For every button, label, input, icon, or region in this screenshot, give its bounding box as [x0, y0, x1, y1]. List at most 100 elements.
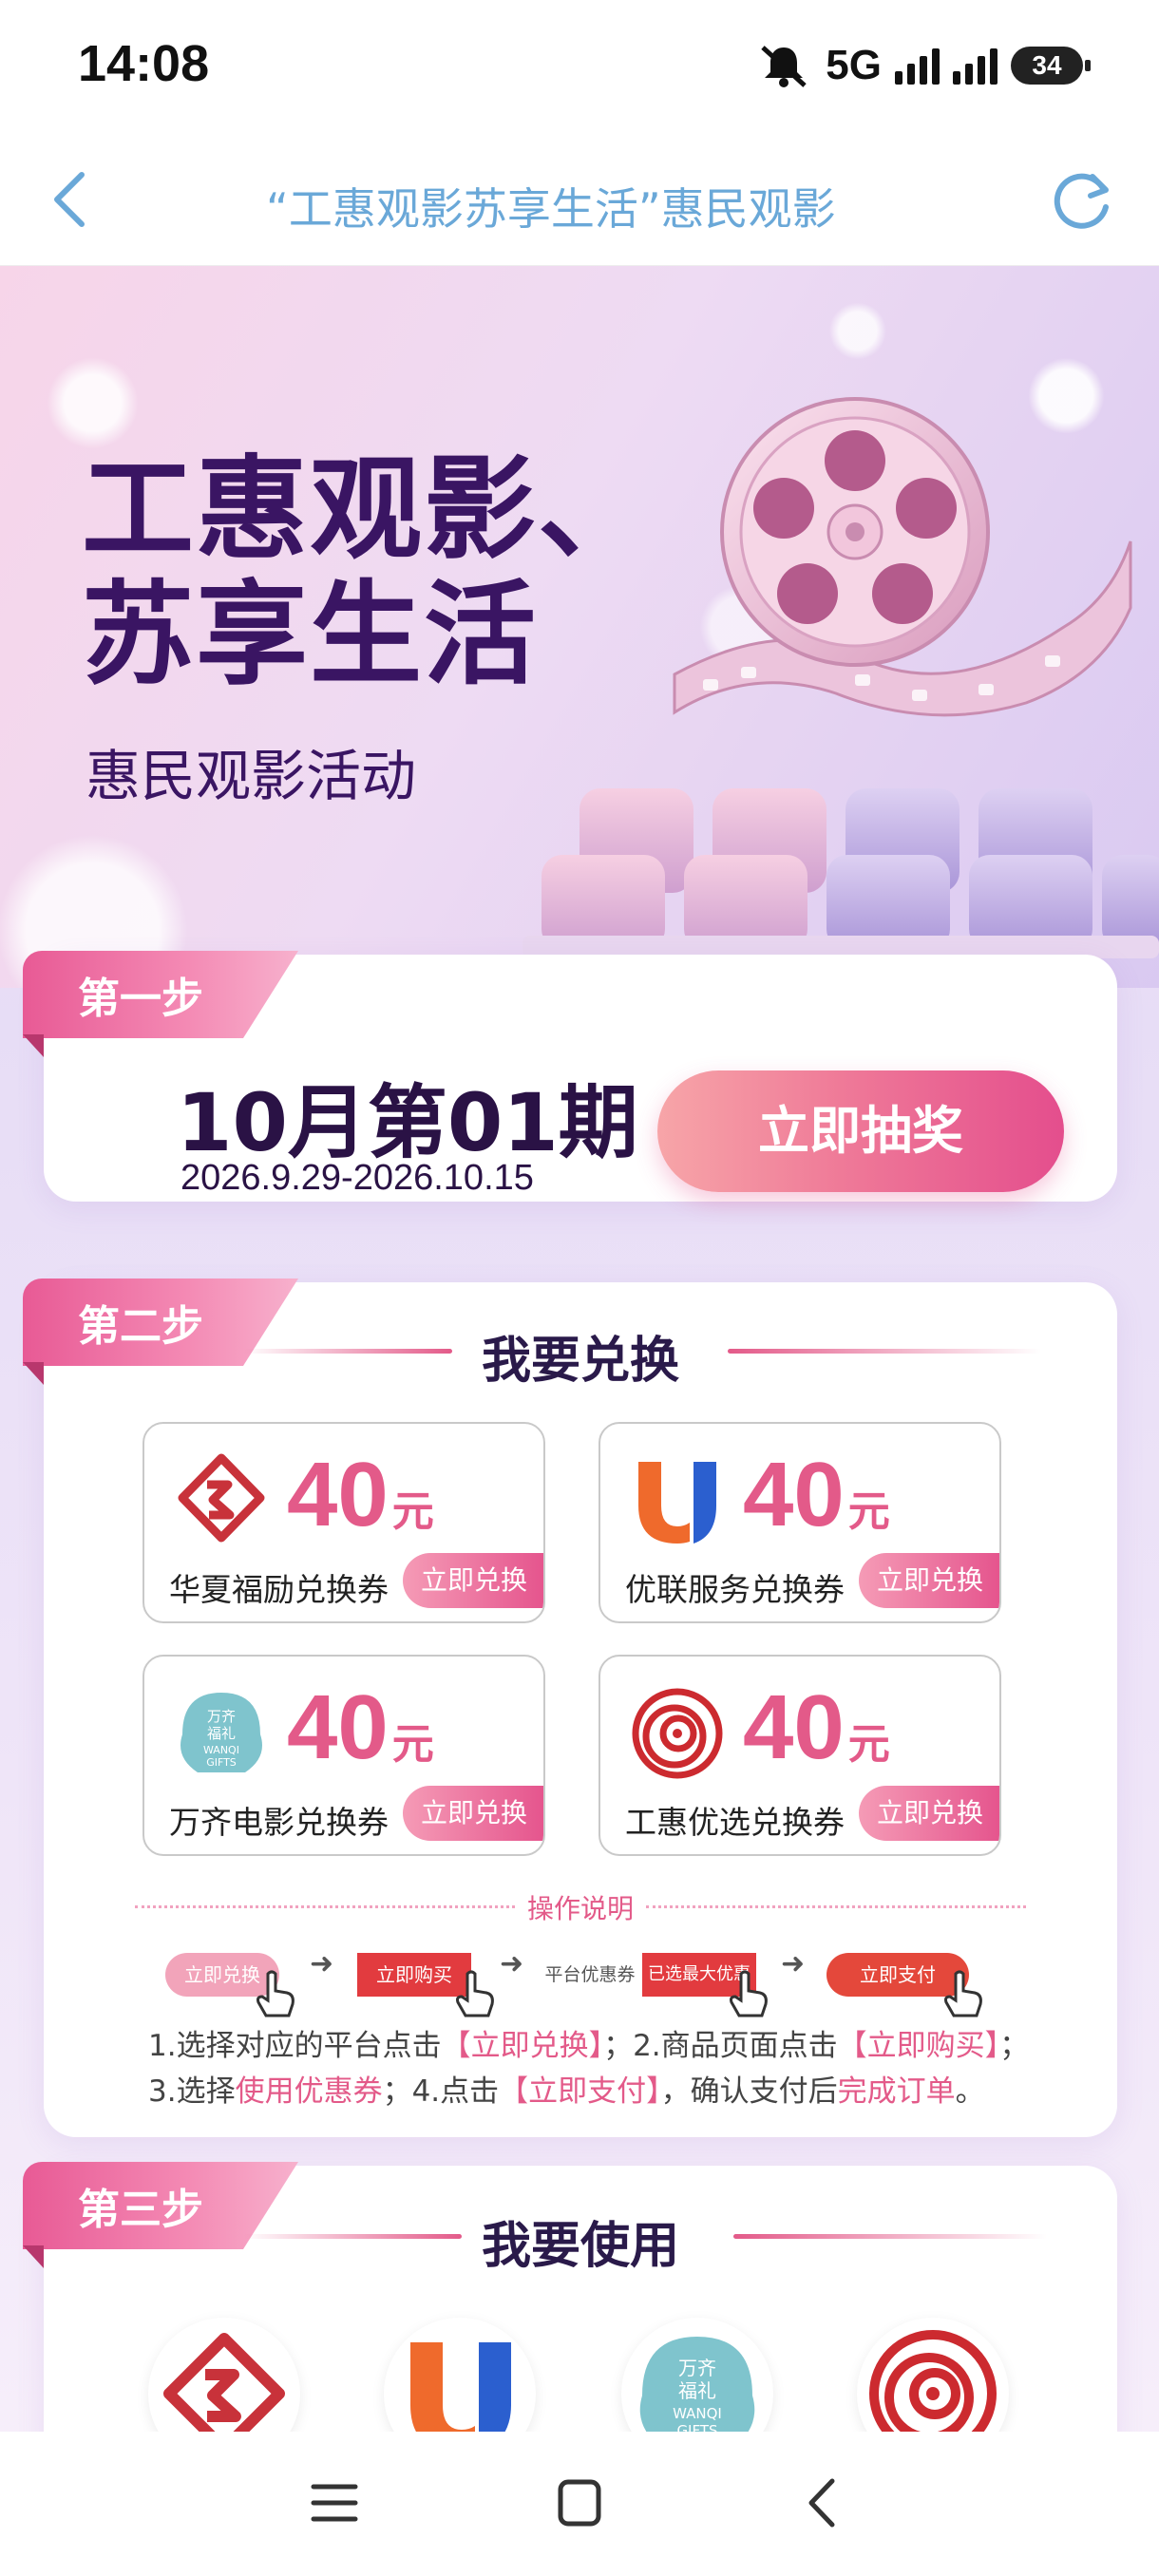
wanqi-text-3: WANQI: [203, 1744, 239, 1756]
voucher-wanqi: 万齐 福礼 WANQI GIFTS 40元 万齐电影兑换券 立即兑换: [142, 1655, 545, 1856]
period-label: 10月第01期: [177, 1076, 638, 1169]
flow-arrow-icon: ➜: [310, 1947, 334, 1980]
wanqi-gifts-logo-icon: 万齐 福礼 WANQI GIFTS: [180, 1693, 262, 1772]
status-icons: 5G 34: [755, 42, 1091, 89]
step1-tag-fold: [23, 1034, 44, 1057]
hero-title-line2: 苏享生活: [82, 569, 539, 700]
step1-tag: 第一步: [23, 951, 298, 1038]
inst-highlight: 【立即支付】: [499, 2074, 661, 2109]
instructions-line-2: 3.选择使用优惠券；4.点击【立即支付】，确认支付后完成订单。: [148, 2069, 1079, 2114]
mute-bell-icon: [761, 46, 807, 87]
chevron-left-icon: [54, 172, 85, 227]
app-header: “工惠观影苏享生活”惠民观影: [0, 133, 1159, 266]
home-square-icon: [558, 2479, 601, 2527]
refresh-button[interactable]: [1045, 161, 1121, 237]
network-label: 5G: [826, 42, 882, 88]
status-time: 14:08: [78, 35, 210, 92]
voucher-amount: 40元: [743, 1676, 890, 1780]
instructions-divider-right: [646, 1905, 1026, 1908]
voucher-amount-unit: 元: [847, 1721, 890, 1768]
battery-icon: 34: [1011, 47, 1091, 85]
voucher-huaxia: 40元 华夏福励兑换券 立即兑换: [142, 1422, 545, 1623]
use-wanqi-button[interactable]: 万齐 福礼 WANQI GIFTS: [621, 2318, 773, 2432]
use-youlian-button[interactable]: [384, 2318, 536, 2432]
redeem-button[interactable]: 立即兑换: [859, 1786, 999, 1841]
gonghui-spiral-logo-icon: [632, 1688, 723, 1779]
hero-banner: 工惠观影、 苏享生活 惠民观影活动: [0, 266, 1159, 988]
hand-pointer-icon: [456, 1970, 494, 2017]
youlian-u-logo-icon: [638, 1462, 716, 1544]
wanqi-text-3: WANQI: [673, 2405, 722, 2422]
voucher-amount-value: 40: [287, 1444, 389, 1545]
instructions-flow-diagram: 立即兑换 ➜ 立即购买 ➜ 平台优惠券 已选最大优惠 ➜ 立即支付: [44, 1938, 1117, 2033]
hand-pointer-icon: [256, 1970, 294, 2017]
system-navigation-bar: [0, 2432, 1159, 2576]
inst-highlight: 使用优惠券: [235, 2074, 383, 2109]
use-gonghui-button[interactable]: [857, 2318, 1009, 2432]
step2-title: 我要兑换: [481, 1333, 679, 1390]
period-dates: 2026.9.29-2026.10.15: [180, 1158, 534, 1198]
wanqi-text-4: GIFTS: [206, 1756, 237, 1769]
inst-text: 。: [955, 2074, 985, 2109]
redeem-button[interactable]: 立即兑换: [403, 1553, 543, 1608]
redeem-button[interactable]: 立即兑换: [403, 1786, 543, 1841]
inst-text: ；4.点击: [382, 2074, 500, 2109]
inst-highlight: 【立即购买】: [837, 2029, 1000, 2063]
wanqi-text-2: 福礼: [678, 2379, 716, 2402]
wanqi-text-1: 万齐: [678, 2357, 716, 2379]
activity-page: 工惠观影、 苏享生活 惠民观影活动 第一步 10月第01期 2026.9.29-…: [0, 266, 1159, 2432]
step2-tag-fold: [23, 1362, 44, 1385]
huaxia-logo-icon: [178, 1453, 265, 1543]
battery-level: 34: [1032, 50, 1062, 80]
voucher-amount-unit: 元: [391, 1721, 434, 1768]
signal-bars-icon: [895, 47, 940, 85]
wanqi-text-4: GIFTS: [676, 2422, 717, 2432]
voucher-amount-value: 40: [287, 1676, 389, 1778]
voucher-amount-value: 40: [743, 1676, 845, 1778]
redeem-button[interactable]: 立即兑换: [859, 1553, 999, 1608]
inst-text: ；: [999, 2029, 1030, 2063]
title-line-right: [728, 1349, 1041, 1354]
draw-lottery-button[interactable]: 立即抽奖: [657, 1070, 1064, 1192]
flow-arrow-icon: ➜: [781, 1947, 806, 1980]
inst-text: 3.选择: [148, 2074, 236, 2109]
menu-icon: [311, 2484, 358, 2522]
page-title: “工惠观影苏享生活”惠民观影: [266, 183, 836, 232]
system-back-button[interactable]: [785, 2470, 861, 2536]
wanqi-text-1: 万齐: [207, 1708, 236, 1725]
inst-highlight: 【立即兑换】: [441, 2029, 604, 2063]
flow-arrow-icon: ➜: [500, 1947, 524, 1980]
voucher-amount-unit: 元: [391, 1488, 434, 1535]
inst-text: 1.选择对应的平台点击: [148, 2029, 442, 2063]
voucher-amount-unit: 元: [847, 1488, 890, 1535]
back-button[interactable]: [38, 161, 114, 237]
voucher-amount: 40元: [287, 1676, 434, 1780]
voucher-youlian: 40元 优联服务兑换券 立即兑换: [598, 1422, 1001, 1623]
huaxia-logo-icon: [163, 2333, 285, 2432]
instructions-text: 1.选择对应的平台点击【立即兑换】；2.商品页面点击【立即购买】； 3.选择使用…: [148, 2023, 1079, 2114]
voucher-name: 工惠优选兑换券: [625, 1804, 845, 1841]
back-icon: [808, 2478, 835, 2528]
voucher-amount: 40元: [743, 1443, 890, 1547]
wanqi-text-2: 福礼: [207, 1725, 236, 1742]
hero-title: 工惠观影、 苏享生活: [82, 446, 652, 697]
inst-text: ；2.商品页面点击: [603, 2029, 838, 2063]
voucher-amount-value: 40: [743, 1444, 845, 1545]
menu-button[interactable]: [296, 2470, 372, 2536]
use-huaxia-button[interactable]: [148, 2318, 300, 2432]
voucher-amount: 40元: [287, 1443, 434, 1547]
hand-pointer-icon: [730, 1970, 768, 2017]
inst-highlight: 完成订单: [837, 2074, 956, 2109]
signal-bars-icon-2: [953, 47, 998, 85]
flow-step-coupon: 平台优惠券: [544, 1964, 636, 1985]
gonghui-spiral-logo-icon: [869, 2330, 997, 2432]
home-button[interactable]: [542, 2470, 618, 2536]
hero-subtitle: 惠民观影活动: [86, 744, 417, 808]
voucher-gonghui: 40元 工惠优选兑换券 立即兑换: [598, 1655, 1001, 1856]
wanqi-gifts-logo-icon: 万齐 福礼 WANQI GIFTS: [639, 2337, 755, 2432]
film-reel-icon: [673, 397, 1132, 717]
inst-text: ，确认支付后: [660, 2074, 838, 2109]
title-line-right: [733, 2234, 1047, 2239]
status-bar: 14:08 5G 34: [0, 0, 1159, 133]
hand-pointer-icon: [944, 1970, 982, 2017]
